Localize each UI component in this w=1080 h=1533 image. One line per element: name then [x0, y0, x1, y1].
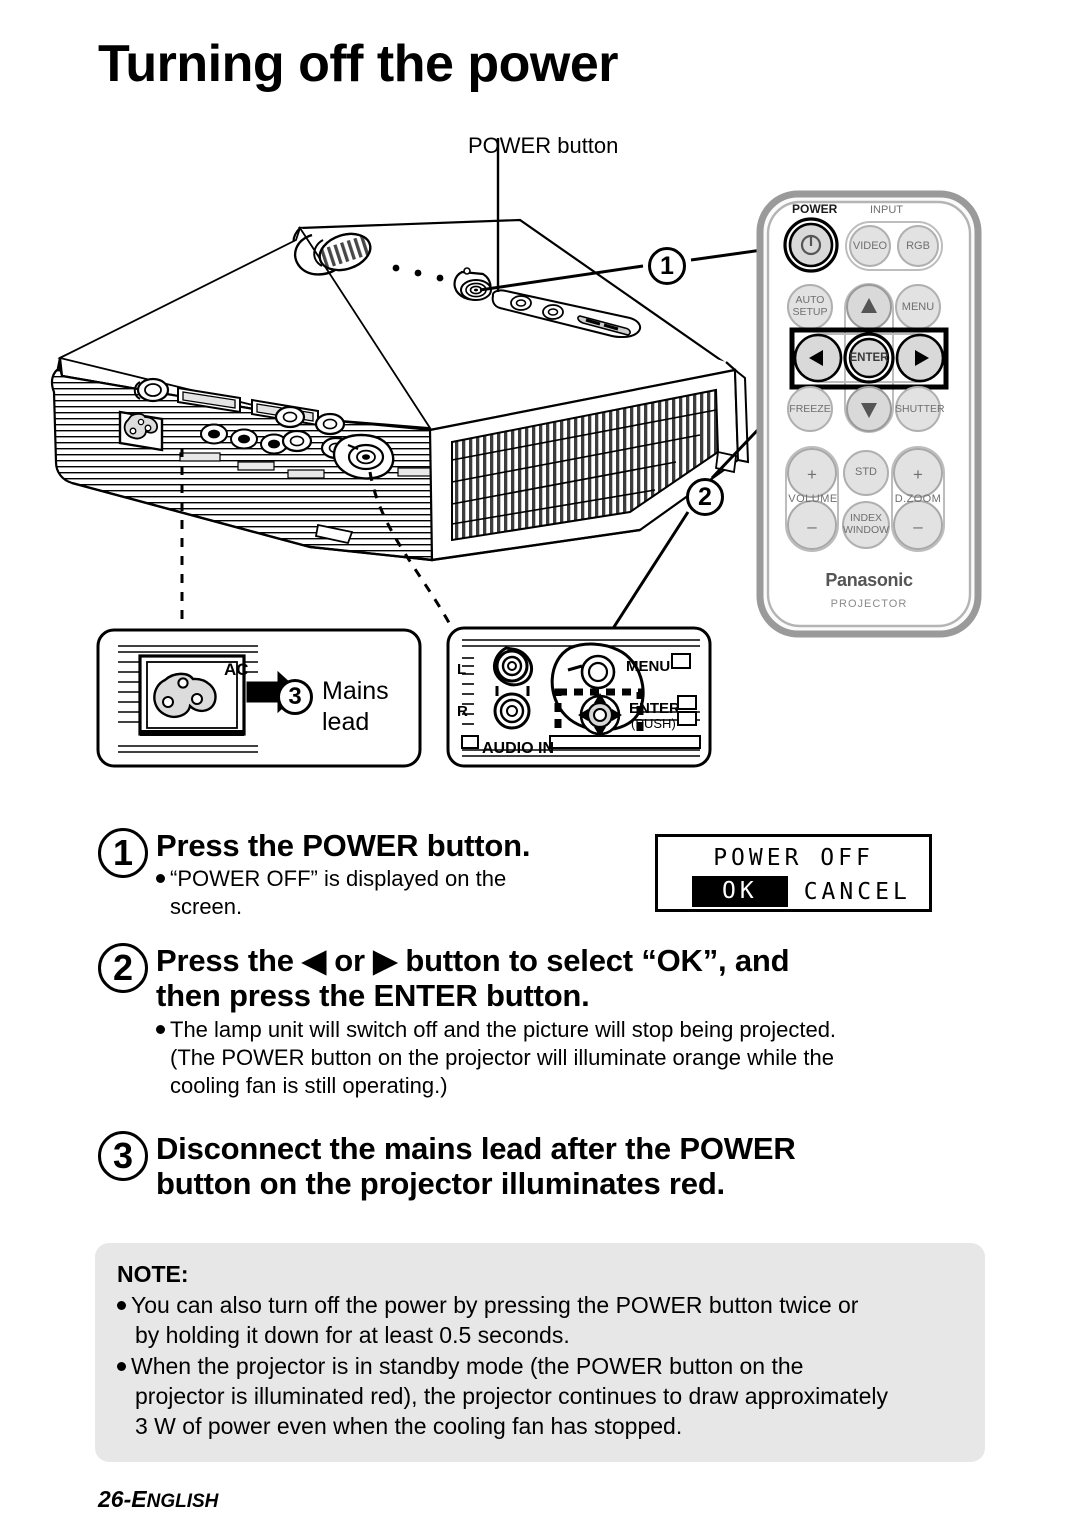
- note-item-1-line2: by holding it down for at least 0.5 seco…: [135, 1321, 570, 1348]
- step-3-body: Disconnect the mains lead after the POWE…: [156, 1131, 988, 1202]
- step-2-heading-pre: Press the: [156, 943, 303, 978]
- bullet-icon: [156, 874, 165, 884]
- terminal-left-channel-label: L: [457, 661, 467, 678]
- power-off-osd-dialog: POWER OFF OK CANCEL: [655, 834, 932, 912]
- terminal-push-label: (PUSH): [631, 716, 676, 731]
- note-item-1: You can also turn off the power by press…: [117, 1291, 959, 1351]
- footer-page-number: 26-: [98, 1486, 132, 1512]
- note-item-1-line1: You can also turn off the power by press…: [131, 1292, 859, 1318]
- note-item-2-line3: 3 W of power even when the cooling fan h…: [135, 1412, 683, 1439]
- mains-lead-label: Mains lead: [322, 676, 389, 739]
- mains-lead-callout-3: 3: [277, 679, 313, 715]
- bullet-icon: [117, 1361, 126, 1371]
- step-2-detail-line2: (The POWER button on the projector will …: [170, 1044, 834, 1070]
- terminal-menu-label: MENU: [626, 658, 671, 675]
- terminal-audio-in-label: AUDIO IN: [482, 740, 554, 757]
- remote-dzoom-plus-button[interactable]: +: [908, 465, 928, 485]
- osd-ok-button[interactable]: OK: [692, 876, 788, 907]
- mains-lead-label-line1: Mains: [322, 677, 389, 705]
- step-2-heading-line2: then press the ENTER button.: [156, 978, 590, 1014]
- step-3-heading-line2: button on the projector illuminates red.: [156, 1166, 725, 1202]
- remote-menu-button[interactable]: MENU: [898, 301, 938, 313]
- note-item-2: When the projector is in standby mode (t…: [117, 1352, 959, 1442]
- ac-socket-label: AC: [224, 660, 249, 679]
- page-title: Turning off the power: [98, 35, 619, 93]
- terminal-enter-label: ENTER: [629, 700, 680, 717]
- remote-video-button[interactable]: VIDEO: [850, 240, 890, 252]
- terminal-right-channel-label: R: [457, 703, 468, 720]
- remote-auto-setup-line1: AUTO: [795, 294, 825, 306]
- remote-enter-button[interactable]: ENTER: [849, 352, 889, 364]
- remote-dzoom-label: D.ZOOM: [894, 493, 942, 505]
- remote-input-label: INPUT: [870, 204, 903, 216]
- osd-title: POWER OFF: [713, 845, 874, 871]
- remote-rgb-button[interactable]: RGB: [900, 240, 936, 252]
- remote-brand-logo: Panasonic: [825, 570, 913, 590]
- remote-index-line2: WINDOW: [842, 523, 890, 536]
- remote-dzoom-minus-button[interactable]: –: [908, 517, 928, 537]
- step-2-heading-or: or: [325, 943, 374, 978]
- step-2-heading-line1: Press the ◀ or ▶ button to select “OK”, …: [156, 943, 988, 978]
- projector-drawing: [50, 218, 750, 562]
- bullet-icon: [117, 1301, 126, 1310]
- step-2-body: Press the ◀ or ▶ button to select “OK”, …: [156, 943, 988, 1099]
- right-arrow-icon: ▶: [373, 943, 397, 978]
- step-2-heading-post: button to select “OK”, and: [396, 943, 790, 978]
- note-title: NOTE:: [117, 1261, 189, 1287]
- remote-index-line1: INDEX: [849, 512, 883, 524]
- step-2-detail-line1: The lamp unit will switch off and the pi…: [170, 1016, 837, 1042]
- projector-enter-joystick: [332, 433, 395, 480]
- remote-auto-setup-button[interactable]: AUTO SETUP: [790, 294, 830, 318]
- power-button-callout-label: POWER button: [468, 133, 619, 158]
- remote-freeze-button[interactable]: FREEZE: [788, 403, 832, 415]
- note-box: NOTE: You can also turn off the power by…: [95, 1243, 985, 1462]
- remote-volume-minus-button[interactable]: –: [802, 517, 822, 537]
- left-arrow-icon: ◀: [302, 943, 326, 978]
- remote-category-label: PROJECTOR: [830, 598, 908, 610]
- note-item-2-line1: When the projector is in standby mode (t…: [131, 1352, 804, 1379]
- osd-cancel-button[interactable]: CANCEL: [804, 879, 911, 905]
- remote-index-window-button[interactable]: INDEX WINDOW: [842, 512, 890, 536]
- step-2-detail: The lamp unit will switch off and the pi…: [156, 1016, 988, 1100]
- page-footer: 26-ENGLISH: [98, 1486, 218, 1513]
- step-1-number: 1: [98, 828, 148, 878]
- note-item-2-line2: projector is illuminated red), the proje…: [135, 1382, 888, 1409]
- step-1-detail-line1: “POWER OFF” is displayed on the: [170, 866, 507, 892]
- osd-button-row: OK CANCEL: [658, 876, 929, 907]
- step-3: 3 Disconnect the mains lead after the PO…: [98, 1131, 988, 1202]
- step-2-detail-line3: cooling fan is still operating.): [170, 1072, 448, 1098]
- remote-auto-setup-line2: SETUP: [792, 306, 828, 319]
- mains-lead-label-line2: lead: [322, 708, 370, 737]
- bullet-icon: [156, 1024, 165, 1034]
- step-2: 2 Press the ◀ or ▶ button to select “OK”…: [98, 943, 988, 1099]
- remote-control: POWER INPUT VIDEO RGB AUTO SETUP MENU EN…: [760, 194, 978, 634]
- remote-volume-label: VOLUME: [788, 493, 838, 505]
- step-3-heading-line1: Disconnect the mains lead after the POWE…: [156, 1131, 796, 1166]
- diagram-callout-1: 1: [648, 247, 686, 285]
- remote-power-label: POWER: [792, 202, 838, 216]
- remote-std-button[interactable]: STD: [846, 466, 886, 478]
- remote-volume-plus-button[interactable]: +: [802, 465, 822, 485]
- step-2-number: 2: [98, 943, 148, 993]
- step-3-number: 3: [98, 1131, 148, 1181]
- diagram-callout-2: 2: [686, 478, 724, 516]
- footer-language-rest: NGLISH: [146, 1491, 219, 1512]
- footer-language-initial: E: [131, 1486, 147, 1512]
- remote-shutter-button[interactable]: SHUTTER: [895, 403, 945, 415]
